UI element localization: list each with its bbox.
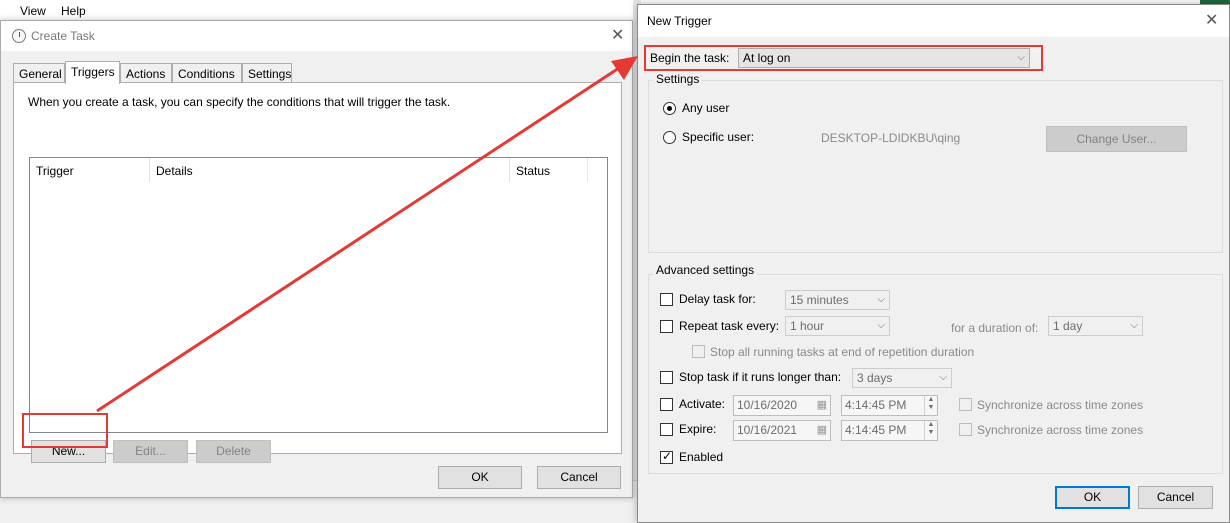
tab-triggers[interactable]: Triggers [65,61,120,84]
annotation-arrow-icon [96,56,638,413]
arrow-line [96,64,623,413]
arrow-head [611,56,638,80]
